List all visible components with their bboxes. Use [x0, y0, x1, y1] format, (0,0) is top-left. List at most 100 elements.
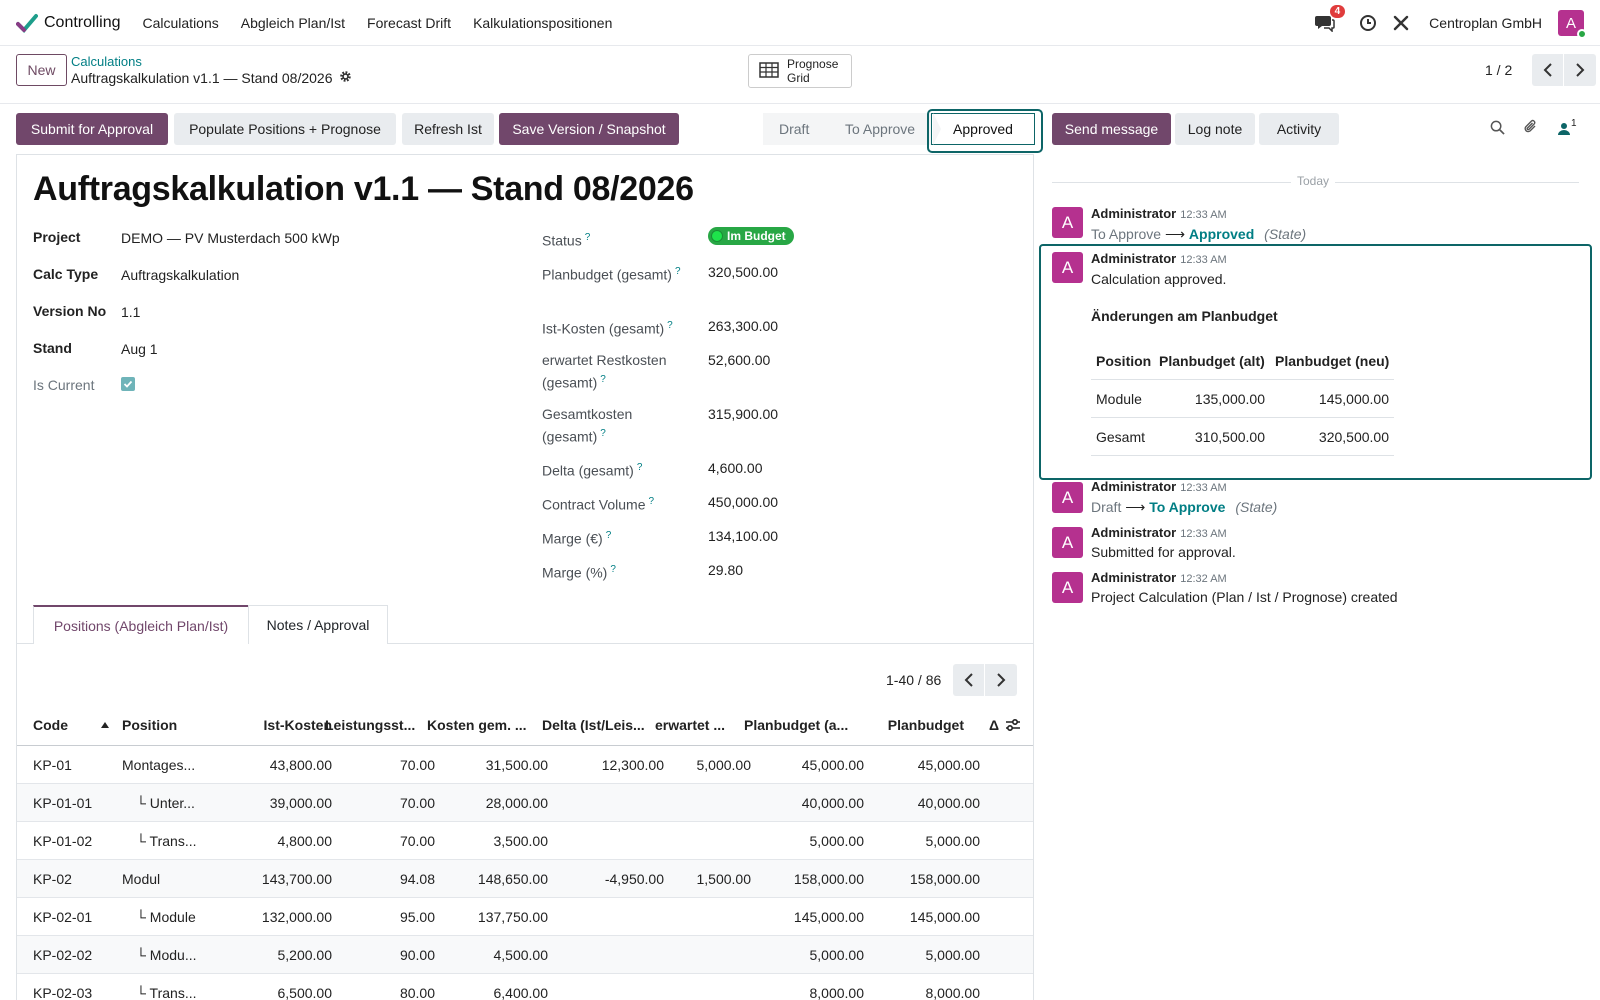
message-author: Administrator 12:33 AM	[1091, 525, 1227, 540]
avatar[interactable]: A	[1052, 207, 1083, 238]
is-current-checkbox[interactable]	[121, 377, 135, 391]
field-calc-type[interactable]: Auftragskalkulation	[121, 267, 239, 283]
company-switcher[interactable]: Centroplan GmbH	[1429, 15, 1542, 31]
changes-row: Gesamt 310,500.00 320,500.00	[1091, 418, 1394, 456]
label-restkosten: erwartet Restkosten (gesamt)?	[542, 350, 692, 393]
table-row[interactable]: KP-01-02 └ Trans... 4,800.00 70.00 3,500.00 5…	[17, 822, 1033, 860]
tracking-value: To Approve ⟶ Approved (State)	[1091, 226, 1306, 243]
new-button[interactable]: New	[16, 54, 67, 86]
user-avatar[interactable]: A	[1558, 10, 1587, 39]
cell-leistungsstand: 70.00	[399, 832, 435, 849]
field-version-no[interactable]: 1.1	[121, 304, 140, 320]
breadcrumb-parent[interactable]: Calculations	[71, 54, 142, 69]
help-icon[interactable]: ?	[667, 320, 673, 331]
table-row[interactable]: KP-02 Modul 143,700.00 94.08 148,650.00 -4,95…	[17, 860, 1033, 898]
col-position[interactable]: Position	[122, 705, 217, 745]
cell-kosten-gem: 3,500.00	[493, 832, 549, 849]
help-icon[interactable]: ?	[610, 564, 616, 575]
avatar[interactable]: A	[1052, 572, 1083, 603]
app-logo-icon[interactable]	[16, 12, 38, 34]
prognose-grid-button[interactable]: Prognose Grid	[748, 54, 852, 88]
col-ist-kosten[interactable]: Ist-Kosten	[225, 705, 332, 745]
today-label: Today	[1291, 174, 1336, 188]
col-planbudget-alt[interactable]: Planbudget (a...	[744, 705, 856, 745]
stage-draft[interactable]: Draft	[763, 113, 833, 145]
submit-for-approval-button[interactable]: Submit for Approval	[16, 113, 168, 145]
stage-approved[interactable]: Approved	[931, 113, 1035, 145]
stage-to-approve[interactable]: To Approve	[825, 113, 941, 145]
cell-leistungsstand: 70.00	[399, 794, 435, 811]
followers-icon[interactable]: 1	[1557, 118, 1577, 136]
field-contract-volume[interactable]: 450,000.00	[708, 494, 778, 510]
gear-icon[interactable]	[339, 70, 352, 86]
cell-delta	[548, 784, 664, 821]
avatar[interactable]: A	[1052, 527, 1083, 558]
cell-planbudget-alt: 5,000.00	[809, 946, 865, 963]
table-row[interactable]: KP-02-03 └ Trans... 6,500.00 80.00 6,400.00 8…	[17, 974, 1033, 1000]
pager-next-button[interactable]	[1564, 54, 1596, 86]
pager-prev-button[interactable]	[1532, 54, 1564, 86]
help-icon[interactable]: ?	[600, 428, 606, 439]
cell-position: └ Module	[136, 908, 196, 925]
changes-table: Position Planbudget (alt) Planbudget (ne…	[1091, 342, 1394, 456]
help-icon[interactable]: ?	[637, 462, 643, 473]
menu-kalkulationspositionen[interactable]: Kalkulationspositionen	[473, 15, 612, 31]
record-pager-buttons	[1532, 54, 1596, 86]
log-note-button[interactable]: Log note	[1175, 113, 1255, 145]
paperclip-icon[interactable]	[1523, 119, 1539, 138]
table-row[interactable]: KP-02-01 └ Module 132,000.00 95.00 137,750.0…	[17, 898, 1033, 936]
cell-ist-kosten: 4,800.00	[277, 832, 333, 849]
help-icon[interactable]: ?	[675, 266, 681, 277]
author-name: Administrator	[1091, 206, 1177, 221]
label-gesamtkosten-text: Gesamtkosten (gesamt)	[542, 406, 633, 445]
send-message-button[interactable]: Send message	[1052, 113, 1171, 145]
cell-kosten-gem: 28,000.00	[485, 794, 548, 811]
app-name[interactable]: Controlling	[44, 14, 120, 32]
col-erwartet[interactable]: erwartet ...	[655, 705, 742, 745]
cell-ist-kosten: 6,500.00	[277, 984, 333, 1000]
col-delta[interactable]: Delta (Ist/Leis...	[542, 705, 652, 745]
cell-planbudget-alt: 158,000.00	[793, 870, 864, 887]
message-time: 12:33 AM	[1180, 254, 1227, 266]
help-icon[interactable]: ?	[606, 530, 612, 541]
table-row[interactable]: KP-02-02 └ Modu... 5,200.00 90.00 4,500.00 5,…	[17, 936, 1033, 974]
tools-icon[interactable]	[1393, 15, 1409, 31]
avatar-letter: A	[1061, 257, 1074, 277]
col-planbudget[interactable]: Planbudget	[862, 705, 964, 745]
cell-erwartet	[664, 898, 751, 935]
menu-calculations[interactable]: Calculations	[142, 15, 218, 31]
list-prev-button[interactable]	[953, 664, 985, 696]
tab-positions[interactable]: Positions (Abgleich Plan/Ist)	[33, 605, 249, 644]
activity-button[interactable]: Activity	[1259, 113, 1339, 145]
messages-icon[interactable]: 4	[1315, 5, 1346, 32]
cell-erwartet	[664, 974, 751, 1000]
column-settings-icon[interactable]	[1005, 705, 1025, 745]
table-row[interactable]: KP-01-01 └ Unter... 39,000.00 70.00 28,000.0…	[17, 784, 1033, 822]
tab-notes-approval[interactable]: Notes / Approval	[248, 605, 388, 644]
list-next-button[interactable]	[985, 664, 1017, 696]
help-icon[interactable]: ?	[600, 374, 606, 385]
table-row[interactable]: KP-01 Montages... 43,800.00 70.00 31,500.00 1…	[17, 746, 1033, 784]
col-delta-short[interactable]: Δ	[989, 705, 1003, 745]
nav-menu: Calculations Abgleich Plan/Ist Forecast …	[142, 15, 612, 31]
populate-positions-button[interactable]: Populate Positions + Prognose	[174, 113, 396, 145]
field-stand[interactable]: Aug 1	[121, 341, 158, 357]
refresh-ist-button[interactable]: Refresh Ist	[402, 113, 494, 145]
search-icon[interactable]	[1490, 120, 1505, 138]
col-kosten-gem[interactable]: Kosten gem. ...	[427, 705, 538, 745]
positions-table: Code Position Ist-Kosten Leistungsst... …	[17, 705, 1033, 1000]
message-author: Administrator 12:32 AM	[1091, 570, 1227, 585]
avatar[interactable]: A	[1052, 482, 1083, 513]
help-icon[interactable]: ?	[585, 232, 591, 243]
save-version-button[interactable]: Save Version / Snapshot	[499, 113, 679, 145]
col-leistungsstand[interactable]: Leistungsst...	[325, 705, 428, 745]
menu-abgleich[interactable]: Abgleich Plan/Ist	[241, 15, 345, 31]
avatar-letter: A	[1061, 212, 1074, 232]
menu-forecast-drift[interactable]: Forecast Drift	[367, 15, 451, 31]
help-icon[interactable]: ?	[649, 496, 655, 507]
field-project[interactable]: DEMO — PV Musterdach 500 kWp	[121, 230, 340, 246]
cell-code: KP-02-03	[33, 984, 93, 1000]
clock-icon[interactable]	[1359, 14, 1377, 32]
cell-planbudget-alt: 5,000.00	[809, 832, 865, 849]
avatar[interactable]: A	[1052, 252, 1083, 283]
